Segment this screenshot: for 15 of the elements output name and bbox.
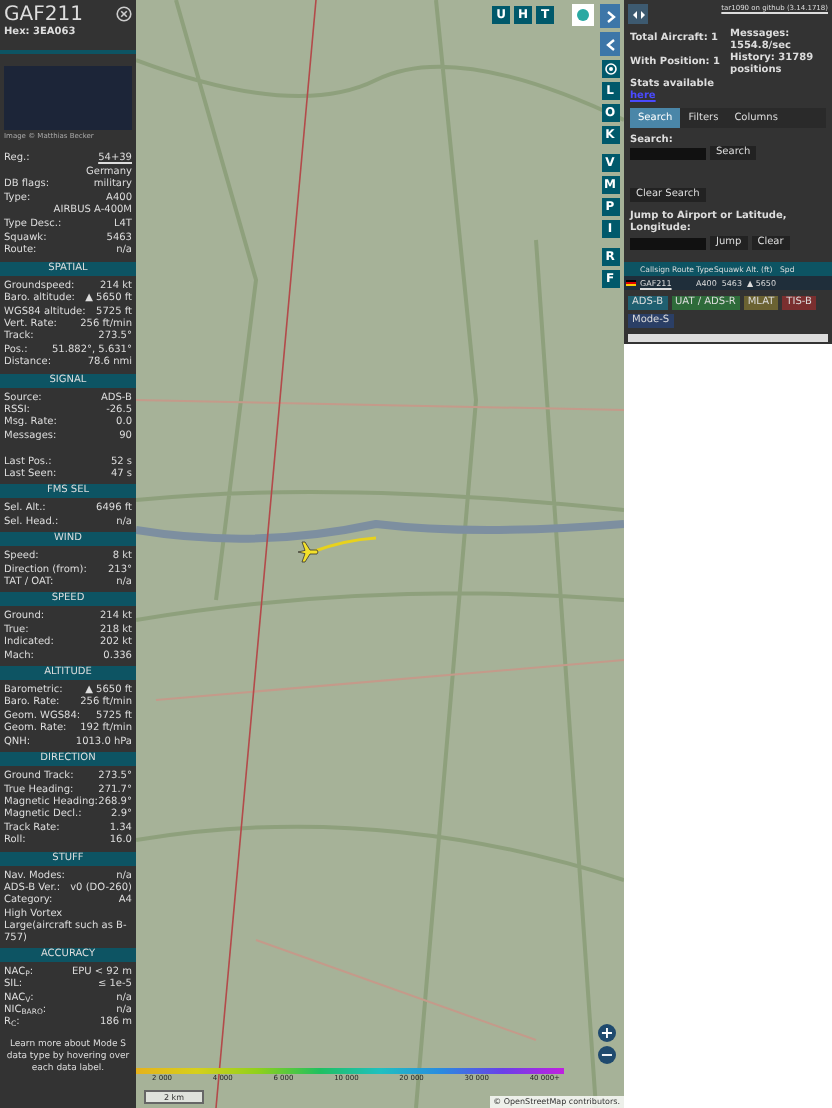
collapse-button[interactable] [600, 32, 620, 56]
layers-icon [576, 8, 590, 22]
arrows-icon [631, 9, 645, 19]
close-icon[interactable] [116, 6, 132, 22]
expand-button[interactable] [600, 4, 620, 28]
airplane-icon[interactable] [296, 540, 320, 564]
jump-field[interactable] [630, 237, 706, 249]
search-field[interactable] [630, 147, 706, 159]
layers-button[interactable] [572, 4, 594, 26]
chevron-right-icon [605, 9, 615, 23]
chevron-left-icon [605, 37, 615, 51]
panel-toggle-button[interactable] [628, 4, 648, 24]
flag-icon [626, 280, 636, 286]
settings-icon [603, 62, 617, 76]
callsign-title: GAF211 [4, 4, 83, 26]
